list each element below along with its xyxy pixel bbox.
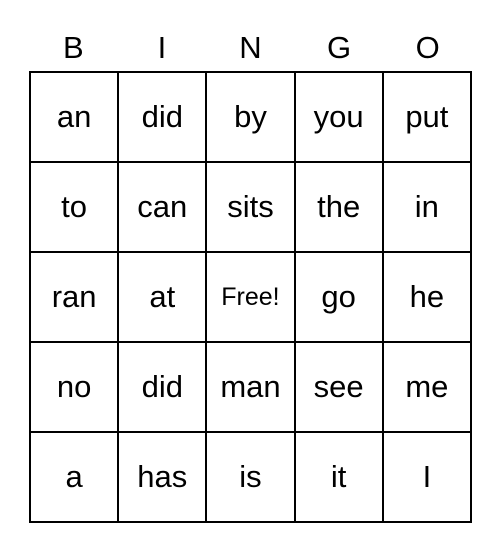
card-cell[interactable]: you [293,71,384,163]
header-letter-n: N [239,30,262,65]
card-cell[interactable]: I [381,431,473,523]
card-cell[interactable]: did [117,71,208,163]
bingo-header: B I N G O [29,28,472,68]
card-cell[interactable]: can [117,161,208,253]
card-cell[interactable]: go [293,251,384,343]
card-cell[interactable]: see [293,341,384,433]
free-space-cell[interactable]: Free! [205,251,296,343]
card-cell[interactable]: he [381,251,473,343]
card-cell[interactable]: ran [28,251,120,343]
card-row: a has is it I [28,431,473,523]
header-letter-g: G [327,30,352,65]
header-letter-i: I [157,30,167,65]
card-cell[interactable]: sits [205,161,296,253]
card-cell[interactable]: is [205,431,296,523]
card-cell[interactable]: has [117,431,208,523]
card-cell[interactable]: put [381,71,473,163]
card-cell[interactable]: at [117,251,208,343]
card-row: to can sits the in [28,161,473,253]
card-cell[interactable]: an [28,71,120,163]
card-cell[interactable]: did [117,341,208,433]
header-letter-b: B [62,30,84,65]
card-row: no did man see me [28,341,473,433]
bingo-card: an did by you put to can sits the in ran… [28,71,473,523]
card-cell[interactable]: it [293,431,384,523]
card-cell[interactable]: by [205,71,296,163]
card-cell[interactable]: to [28,161,120,253]
card-cell[interactable]: man [205,341,296,433]
header-letter-o: O [415,30,440,65]
card-cell[interactable]: a [28,431,120,523]
card-cell[interactable]: the [293,161,384,253]
card-row: ran at Free! go he [28,251,473,343]
card-cell[interactable]: me [381,341,473,433]
card-cell[interactable]: in [381,161,473,253]
card-row: an did by you put [28,71,473,163]
card-cell[interactable]: no [28,341,120,433]
